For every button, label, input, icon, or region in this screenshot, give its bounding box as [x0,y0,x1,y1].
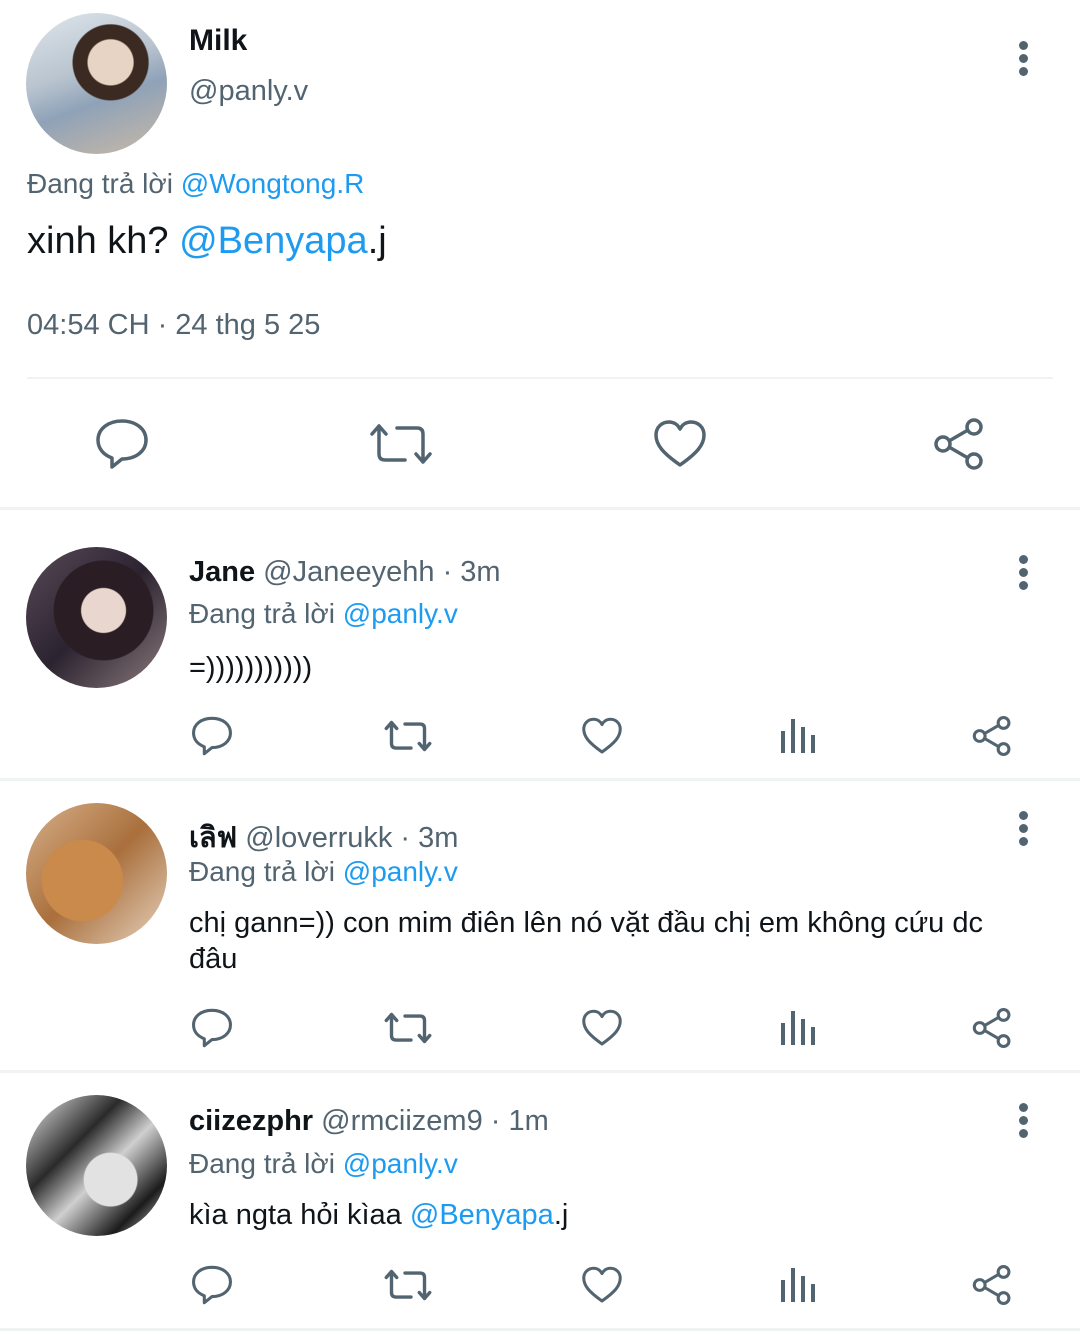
author-handle[interactable]: @rmciizem9 · 1m [321,1105,549,1137]
replying-to-mention[interactable]: @panly.v [343,856,458,887]
replying-to-line: Đang trả lời @panly.v [189,856,458,888]
tweet-text: xinh kh? @Benyapa.j [27,220,387,263]
author-name[interactable]: เลิฟ [189,822,237,854]
reply-icon[interactable] [95,418,149,470]
like-icon[interactable] [581,717,623,755]
tweet-text-suffix: .j [367,220,387,262]
avatar[interactable] [26,547,167,688]
divider [0,507,1080,510]
divider [27,377,1053,379]
divider [0,778,1080,781]
replying-to-line: Đang trả lời @panly.v [189,1148,458,1180]
author-name[interactable]: Jane [189,556,255,588]
retweet-icon[interactable] [384,1010,432,1046]
share-icon[interactable] [932,418,986,470]
tweet-mention[interactable]: @Benyapa [410,1199,554,1231]
tweet-text: kìa ngta hỏi kìaa @Benyapa.j [189,1197,1039,1233]
replying-to-line: Đang trả lời @Wongtong.R [27,168,364,200]
replying-prefix: Đang trả lời [189,856,335,887]
share-icon[interactable] [971,716,1013,756]
share-icon[interactable] [971,1265,1013,1305]
reply-header: เลิฟ @loverrukk · 3m [189,814,458,860]
replying-to-mention[interactable]: @panly.v [343,598,458,629]
tweet-timestamp[interactable]: 04:54 CH · 24 thg 5 25 [27,309,320,342]
replying-to-line: Đang trả lời @panly.v [189,598,458,630]
analytics-icon[interactable] [780,1009,816,1045]
replying-prefix: Đang trả lời [189,598,335,629]
tweet-text-part: kìa ngta hỏi kìaa [189,1199,410,1231]
divider [0,1070,1080,1073]
tweet-text-suffix: .j [553,1199,569,1231]
avatar[interactable] [26,1095,167,1236]
like-icon[interactable] [581,1266,623,1304]
replying-prefix: Đang trả lời [27,168,173,199]
author-name[interactable]: ciizezphr [189,1105,313,1137]
avatar[interactable] [26,803,167,944]
replying-prefix: Đang trả lời [189,1148,335,1179]
tweet-text-part: xinh kh? [27,220,180,262]
replying-to-mention[interactable]: @panly.v [343,1148,458,1179]
author-handle[interactable]: @loverrukk · 3m [245,822,458,854]
like-icon[interactable] [653,419,707,469]
replying-to-mention[interactable]: @Wongtong.R [181,168,365,199]
author-name[interactable]: Milk [189,24,247,58]
tweet-mention[interactable]: @Benyapa [179,220,368,262]
author-handle[interactable]: @Janeeyehh · 3m [263,556,500,588]
analytics-icon[interactable] [780,717,816,753]
tweet-text: =))))))))))) [189,652,313,684]
reply-header: ciizezphr @rmciizem9 · 1m [189,1105,549,1138]
more-options-icon[interactable] [1003,1096,1043,1146]
main-tweet: Milk @panly.v Đang trả lời @Wongtong.R x… [0,0,1080,508]
retweet-icon[interactable] [384,1267,432,1303]
more-options-icon[interactable] [1003,804,1043,854]
author-handle[interactable]: @panly.v [189,75,308,108]
share-icon[interactable] [971,1008,1013,1048]
more-options-icon[interactable] [1003,34,1043,84]
reply-header: Jane @Janeeyehh · 3m [189,556,501,589]
reply-icon[interactable] [191,716,233,756]
retweet-icon[interactable] [384,718,432,754]
tweet-text: chị gann=)) con mim điên lên nó vặt đầu … [189,907,983,975]
retweet-icon[interactable] [369,420,433,468]
reply-icon[interactable] [191,1008,233,1048]
avatar[interactable] [26,13,167,154]
like-icon[interactable] [581,1009,623,1047]
reply-icon[interactable] [191,1265,233,1305]
more-options-icon[interactable] [1003,548,1043,598]
analytics-icon[interactable] [780,1266,816,1302]
divider [0,1328,1080,1331]
